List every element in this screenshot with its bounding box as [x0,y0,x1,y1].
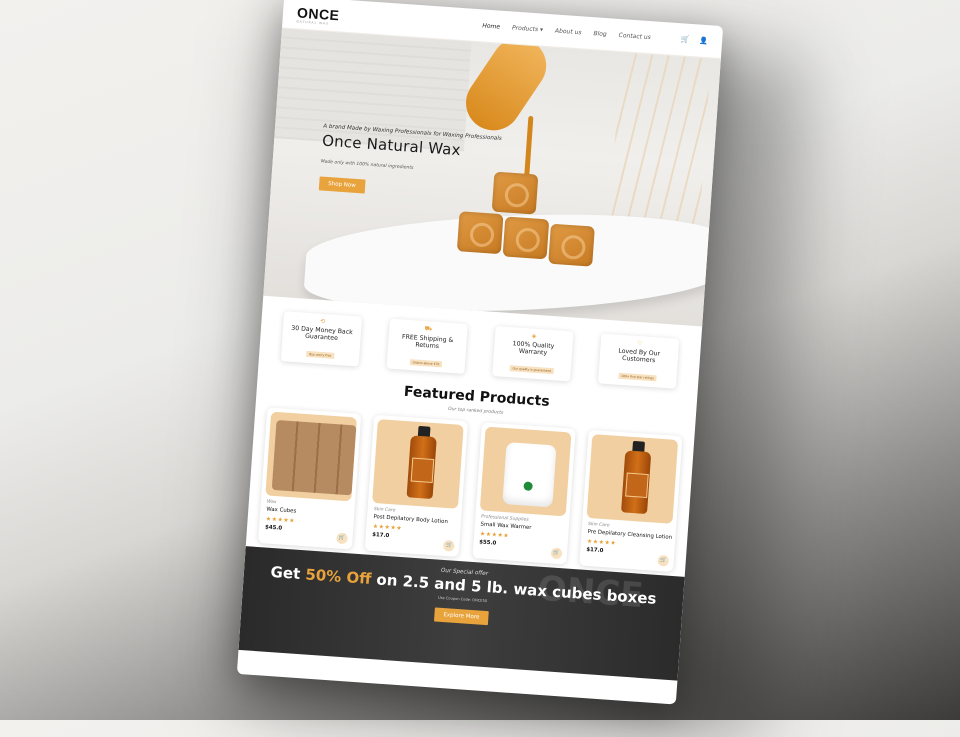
promo-title-part: Get [270,562,307,584]
hero-subtitle: Made only with 100% natural ingredients [320,159,414,171]
nav-item-contact[interactable]: Contact us [618,31,651,40]
feature-title: FREE Shipping & Returns [401,333,454,351]
add-to-cart-icon[interactable]: 🛒 [443,539,455,552]
logo[interactable]: ONCE NATURAL WAX [296,2,340,26]
wax-boxes-image [271,419,357,496]
feature-tag: Our quality is guaranteed [509,365,555,375]
wax-cube-image [502,216,550,260]
product-card[interactable]: Skin Care Pre Depilatory Cleansing Lotio… [579,429,683,573]
wax-cube-image [456,211,504,255]
nav-item-products[interactable]: Products ▾ [512,24,543,33]
feature-tag: Buy worry free [306,350,335,359]
add-to-cart-icon[interactable]: 🛒 [336,532,348,545]
explore-more-button[interactable]: Explore More [433,607,489,626]
product-image[interactable] [479,426,572,517]
main-menu: Home Products ▾ About us Blog Contact us [482,22,651,41]
nav-item-about[interactable]: About us [555,27,582,36]
cart-icon[interactable]: 🛒 [680,35,689,44]
feature-card: ⟲ 30 Day Money Back Guarantee Buy worry … [281,311,362,366]
nav-item-blog[interactable]: Blog [593,30,607,38]
product-image[interactable] [586,434,679,524]
hero-banner: A brand Made by Waxing Professionals for… [263,28,721,327]
product-card[interactable]: Wax Wax Cubes ★★★★★ $45.0 🛒 [257,407,362,550]
shop-now-button[interactable]: Shop Now [318,176,366,194]
feature-card: ◈ 100% Quality Warranty Our quality is g… [492,326,573,381]
product-image[interactable] [372,419,465,509]
product-card[interactable]: Skin Care Post Depilatory Body Lotion ★★… [365,414,469,558]
feature-card: ⛟ FREE Shipping & Returns Orders above $… [386,319,467,374]
nav-icons: 🛒 👤 [680,35,708,45]
product-image[interactable] [265,411,357,502]
nav-item-home[interactable]: Home [482,22,500,30]
reeds-decor [608,52,711,238]
feature-title: 30 Day Money Back Guarantee [291,324,353,343]
feature-title: Loved By Our Customers [618,347,661,365]
feature-tag: 100+ five star ratings [617,372,658,382]
wax-warmer-image [501,442,557,508]
warmer-dial-image [522,481,533,491]
product-grid: Wax Wax Cubes ★★★★★ $45.0 🛒 Skin Care Po… [246,398,695,573]
wax-cube-image [548,223,595,267]
add-to-cart-icon[interactable]: 🛒 [550,547,563,560]
bottle-label-image [410,457,435,484]
hero-text: A brand Made by Waxing Professionals for… [318,124,502,203]
feature-tag: Orders above $70 [409,359,443,368]
add-to-cart-icon[interactable]: 🛒 [657,554,670,567]
feature-card: ♡ Loved By Our Customers 100+ five star … [598,333,679,388]
feature-title: 100% Quality Warranty [512,340,555,357]
bottle-label-image [625,472,649,499]
promo-highlight: 50% Off [304,565,372,588]
user-icon[interactable]: 👤 [699,37,708,46]
product-card[interactable]: Professional Supplies Small Wax Warmer ★… [472,422,576,565]
website-screenshot: ONCE NATURAL WAX Home Products ▾ About u… [236,0,724,705]
